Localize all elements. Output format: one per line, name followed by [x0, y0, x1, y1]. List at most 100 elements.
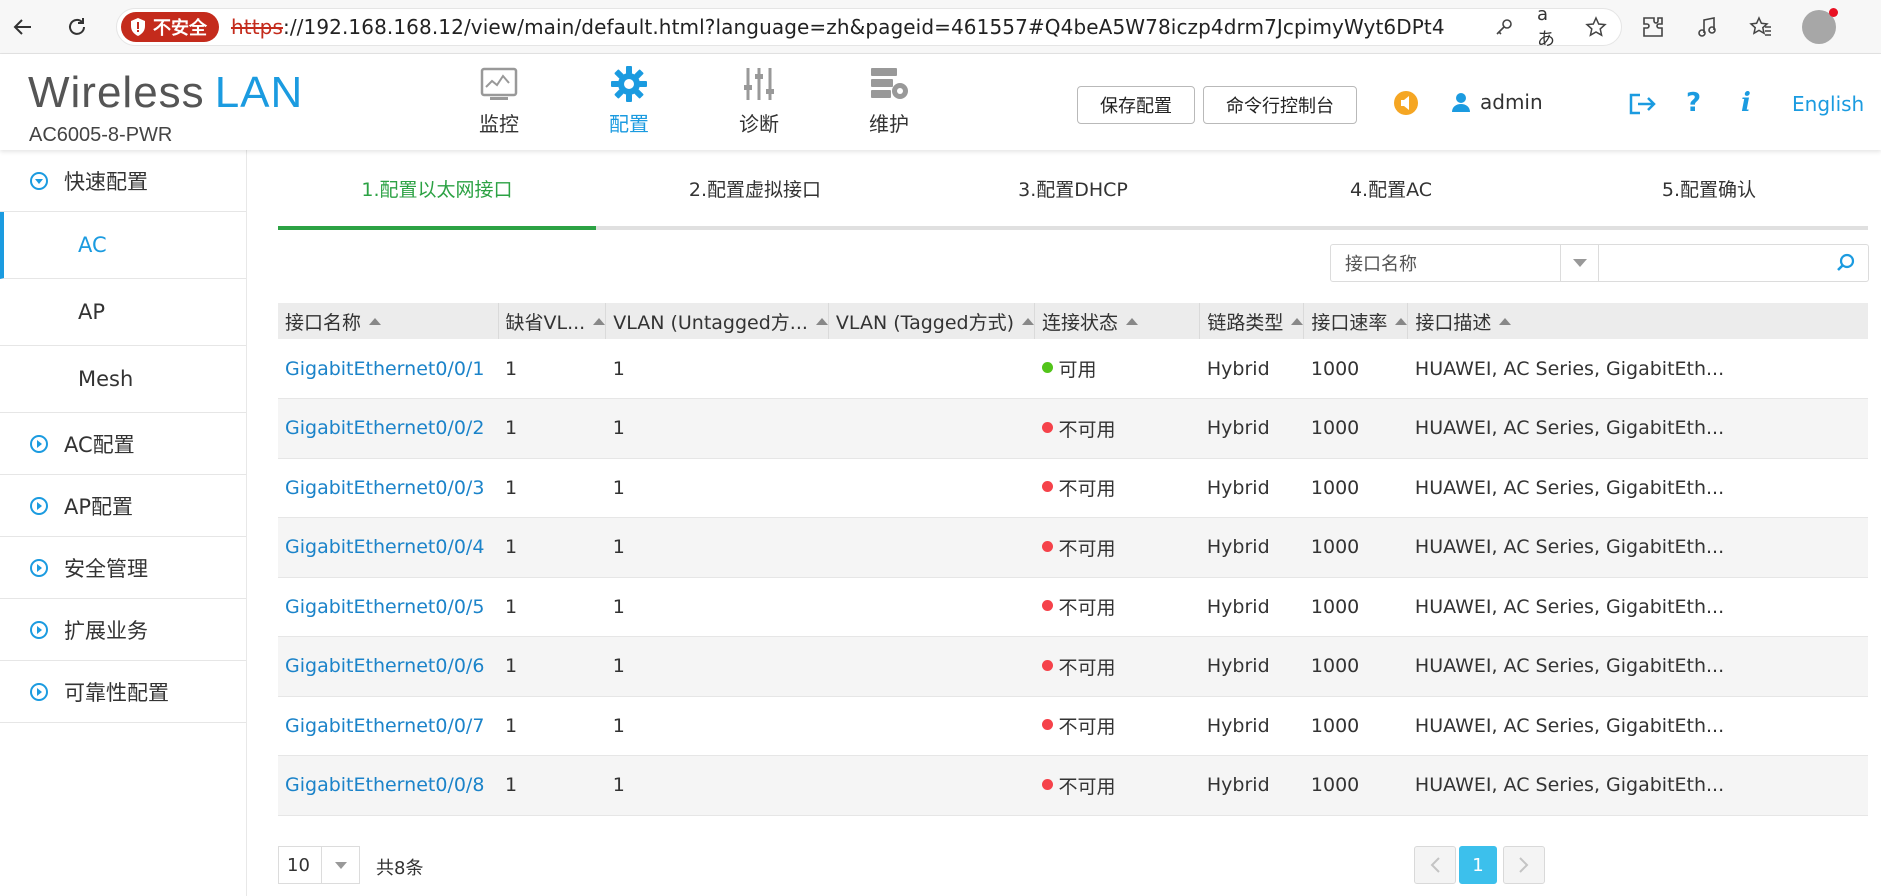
- sidebar-group-extended-services[interactable]: 扩展业务: [0, 599, 246, 661]
- save-config-button[interactable]: 保存配置: [1077, 86, 1195, 124]
- total-count: 共8条: [376, 858, 424, 879]
- sidebar-item-ac[interactable]: AC: [0, 212, 246, 279]
- sort-asc-icon[interactable]: [815, 317, 828, 325]
- language-switch[interactable]: English: [1792, 92, 1864, 116]
- column-header[interactable]: 接口速率: [1303, 303, 1408, 339]
- step-dhcp[interactable]: 3.配置DHCP: [914, 150, 1232, 226]
- reload-button[interactable]: [60, 10, 94, 44]
- chevron-down-icon[interactable]: [1561, 245, 1599, 281]
- expand-icon: [30, 496, 48, 515]
- interface-name-link[interactable]: GigabitEthernet0/0/4: [278, 518, 498, 578]
- extensions-icon[interactable]: [1640, 14, 1666, 40]
- interface-name-link[interactable]: GigabitEthernet0/0/6: [278, 637, 498, 697]
- column-header[interactable]: VLAN (Untagged方...: [605, 303, 829, 339]
- status-label: 不可用: [1058, 656, 1116, 679]
- not-secure-badge[interactable]: 不安全: [121, 12, 219, 42]
- address-bar[interactable]: 不安全 https://192.168.168.12/view/main/def…: [116, 4, 1622, 50]
- url-text[interactable]: https://192.168.168.12/view/main/default…: [231, 15, 1445, 39]
- table-row[interactable]: GigabitEthernet0/0/4 1 1 不可用 Hybrid 1000 HUAWE…: [278, 517, 1868, 578]
- back-button[interactable]: [6, 10, 40, 44]
- sidebar-item-mesh[interactable]: Mesh: [0, 346, 246, 413]
- column-header[interactable]: VLAN (Tagged方式): [827, 303, 1035, 339]
- description-cell: HUAWEI, AC Series, GigabitEth...: [1414, 357, 1725, 380]
- sort-asc-icon[interactable]: [1291, 317, 1304, 325]
- column-header[interactable]: 接口名称: [278, 303, 498, 339]
- speed-cell: 1000: [1310, 357, 1360, 380]
- search-field-select[interactable]: 接口名称: [1331, 245, 1561, 281]
- next-page-button[interactable]: [1503, 846, 1545, 884]
- key-icon[interactable]: [1491, 14, 1517, 40]
- step-ac[interactable]: 4.配置AC: [1232, 150, 1550, 226]
- favorites-icon[interactable]: [1748, 14, 1774, 40]
- link-type-cell: Hybrid: [1206, 357, 1270, 380]
- nav-maintain[interactable]: 维护: [824, 64, 954, 137]
- info-icon[interactable]: i: [1741, 88, 1751, 118]
- table-row[interactable]: GigabitEthernet0/0/3 1 1 不可用 Hybrid 1000 HUAWE…: [278, 458, 1868, 518]
- table-row[interactable]: GigabitEthernet0/0/6 1 1 不可用 Hybrid 1000 HUAWE…: [278, 636, 1868, 697]
- chevron-right-icon: [1519, 857, 1529, 873]
- step-virtual-interface[interactable]: 2.配置虚拟接口: [596, 150, 914, 226]
- interface-name-link[interactable]: GigabitEthernet0/0/1: [278, 339, 498, 399]
- sidebar-group-reliability[interactable]: 可靠性配置: [0, 661, 246, 723]
- default-vlan-cell: 1: [505, 536, 518, 559]
- sort-asc-icon[interactable]: [1499, 317, 1512, 325]
- nav-config[interactable]: 配置: [564, 64, 694, 137]
- logout-icon[interactable]: [1628, 92, 1656, 120]
- search-icon[interactable]: [1836, 253, 1856, 273]
- status-dot-icon: [1041, 600, 1053, 612]
- description-cell: HUAWEI, AC Series, GigabitEth...: [1414, 714, 1725, 737]
- back-arrow-icon: [13, 19, 31, 35]
- nav-diagnose[interactable]: 诊断: [694, 64, 824, 137]
- sort-asc-icon[interactable]: [1126, 317, 1139, 325]
- interface-name-link[interactable]: GigabitEthernet0/0/5: [278, 577, 498, 637]
- user-menu[interactable]: admin: [1450, 90, 1543, 114]
- interface-name-link[interactable]: GigabitEthernet0/0/2: [278, 399, 498, 459]
- step-ethernet[interactable]: 1.配置以太网接口: [278, 150, 596, 226]
- brand-logo: Wireless LAN: [28, 68, 303, 118]
- status-dot-icon: [1041, 778, 1053, 790]
- collapse-icon: [30, 171, 48, 190]
- sort-asc-icon[interactable]: [1395, 317, 1408, 325]
- page-size-select[interactable]: 10: [278, 846, 360, 884]
- page-1-button[interactable]: 1: [1459, 846, 1497, 884]
- speed-cell: 1000: [1310, 536, 1360, 559]
- cli-console-button[interactable]: 命令行控制台: [1203, 86, 1357, 124]
- tagged-vlan-cell: [828, 518, 1034, 578]
- search-input[interactable]: [1599, 246, 1868, 280]
- sidebar-group-ap-config[interactable]: AP配置: [0, 475, 246, 537]
- table-row[interactable]: GigabitEthernet0/0/5 1 1 不可用 Hybrid 1000 HUAWE…: [278, 577, 1868, 637]
- favorite-star-icon[interactable]: [1583, 14, 1609, 40]
- profile-avatar[interactable]: [1802, 8, 1838, 44]
- step-confirm[interactable]: 5.配置确认: [1550, 150, 1868, 226]
- table-row[interactable]: GigabitEthernet0/0/2 1 1 不可用 Hybrid 1000 HUAWE…: [278, 398, 1868, 459]
- sidebar-group-ac-config[interactable]: AC配置: [0, 413, 246, 475]
- table-row[interactable]: GigabitEthernet0/0/8 1 1 不可用 Hybrid 1000 HUAWE…: [278, 755, 1868, 816]
- default-vlan-cell: 1: [505, 417, 518, 440]
- interface-name-link[interactable]: GigabitEthernet0/0/7: [278, 696, 498, 756]
- link-type-cell: Hybrid: [1206, 595, 1270, 618]
- default-vlan-cell: 1: [505, 774, 518, 797]
- sidebar-item-ap[interactable]: AP: [0, 279, 246, 346]
- status-cell: 不可用: [1035, 637, 1200, 697]
- media-control-icon[interactable]: [1694, 14, 1720, 40]
- table-row[interactable]: GigabitEthernet0/0/7 1 1 不可用 Hybrid 1000 HUAWE…: [278, 696, 1868, 756]
- interface-name-link[interactable]: GigabitEthernet0/0/3: [278, 458, 498, 518]
- sidebar-group-quick-config[interactable]: 快速配置: [0, 150, 246, 212]
- column-header[interactable]: 链路类型: [1199, 303, 1304, 339]
- notification-icon[interactable]: [1393, 90, 1419, 120]
- table-row[interactable]: GigabitEthernet0/0/1 1 1 可用 Hybrid 1000 HUAWEI…: [278, 339, 1868, 399]
- column-header[interactable]: 接口描述: [1407, 303, 1868, 339]
- untagged-vlan-cell: 1: [612, 714, 625, 737]
- sidebar-group-security[interactable]: 安全管理: [0, 537, 246, 599]
- sort-asc-icon[interactable]: [593, 317, 606, 325]
- expand-icon: [30, 682, 48, 701]
- sort-asc-icon[interactable]: [369, 317, 382, 325]
- column-header[interactable]: 连接状态: [1033, 303, 1200, 339]
- prev-page-button[interactable]: [1414, 846, 1456, 884]
- interface-name-link[interactable]: GigabitEthernet0/0/8: [278, 756, 498, 816]
- nav-monitor[interactable]: 监控: [434, 64, 564, 137]
- read-aloud-icon[interactable]: aあ: [1537, 4, 1563, 50]
- sort-asc-icon[interactable]: [1022, 317, 1034, 325]
- column-header[interactable]: 缺省VL...: [497, 303, 606, 339]
- help-icon[interactable]: ?: [1686, 88, 1701, 118]
